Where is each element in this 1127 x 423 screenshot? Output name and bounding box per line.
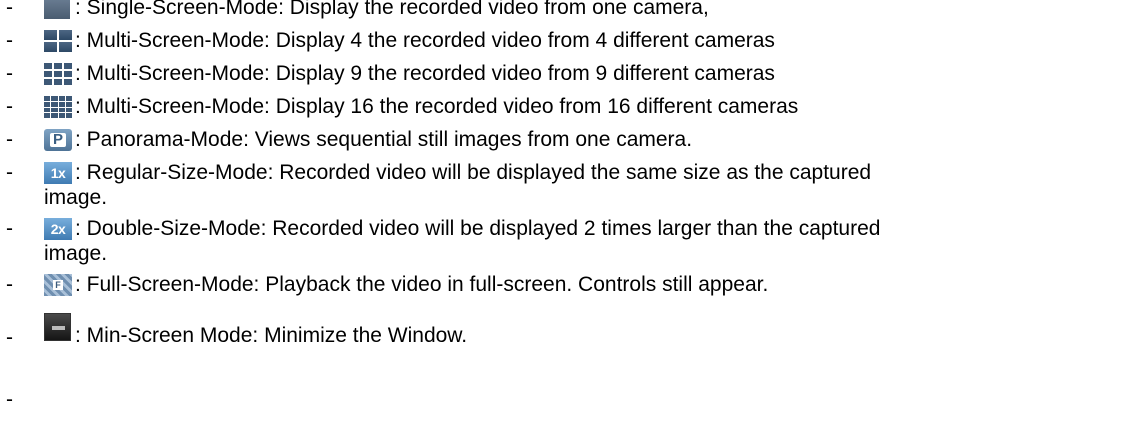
list-dash: - xyxy=(6,62,13,85)
list-item-text: : Multi-Screen-Mode: Display 9 the recor… xyxy=(75,62,775,85)
double-size-icon: 2x xyxy=(44,218,72,240)
full-screen-icon-label: F xyxy=(53,280,63,290)
list-item-text: : Panorama-Mode: Views sequential still … xyxy=(75,128,693,151)
list-dash: - xyxy=(6,388,13,411)
list-dash: - xyxy=(6,326,13,349)
list-item-text: : Double-Size-Mode: Recorded video will … xyxy=(75,217,881,240)
multi-screen-16-icon xyxy=(44,96,72,118)
list-item-text: : Single-Screen-Mode: Display the record… xyxy=(75,0,709,19)
list-item-text: : Multi-Screen-Mode: Display 4 the recor… xyxy=(75,29,775,52)
list-dash: - xyxy=(6,217,13,240)
list-dash: - xyxy=(6,95,13,118)
regular-size-icon-label: 1x xyxy=(50,165,66,181)
multi-screen-4-icon xyxy=(44,30,72,52)
list-item: - : Min-Screen Mode: Minimize the Window… xyxy=(0,313,1127,349)
list-dash: - xyxy=(6,273,13,296)
list-item-text-continued: image. xyxy=(44,186,108,209)
multi-screen-9-icon xyxy=(44,63,72,85)
regular-size-icon: 1x xyxy=(44,162,72,184)
list-item: - : Single-Screen-Mode: Display the reco… xyxy=(0,0,1127,19)
list-dash: - xyxy=(6,0,13,19)
list-item-text: : Full-Screen-Mode: Playback the video i… xyxy=(75,273,769,296)
list-dash: - xyxy=(6,161,13,184)
full-screen-icon: F xyxy=(44,274,72,296)
min-screen-icon xyxy=(44,313,71,341)
list-item-text: : Min-Screen Mode: Minimize the Window. xyxy=(75,324,468,347)
list-item: - P : Panorama-Mode: Views sequential st… xyxy=(0,127,1127,151)
list-item: - : Multi-Screen-Mode: Display 9 the rec… xyxy=(0,61,1127,85)
list-dash: - xyxy=(6,29,13,52)
list-item: - : Multi-Screen-Mode: Display 4 the rec… xyxy=(0,28,1127,52)
list-item: - F : Full-Screen-Mode: Playback the vid… xyxy=(0,272,1127,296)
panorama-icon-label: P xyxy=(49,132,66,147)
list-item: - 2x : Double-Size-Mode: Recorded video … xyxy=(0,216,1127,265)
list-item-text-continued: image. xyxy=(44,242,108,265)
list-item: - 1x : Regular-Size-Mode: Recorded video… xyxy=(0,160,1127,209)
list-dash: - xyxy=(6,128,13,151)
list-item-text: : Regular-Size-Mode: Recorded video will… xyxy=(75,161,872,184)
list-item: - : Multi-Screen-Mode: Display 16 the re… xyxy=(0,94,1127,118)
double-size-icon-label: 2x xyxy=(50,221,66,237)
list-item-text: : Multi-Screen-Mode: Display 16 the reco… xyxy=(75,95,799,118)
single-screen-icon xyxy=(44,0,70,19)
panorama-icon: P xyxy=(44,129,72,151)
